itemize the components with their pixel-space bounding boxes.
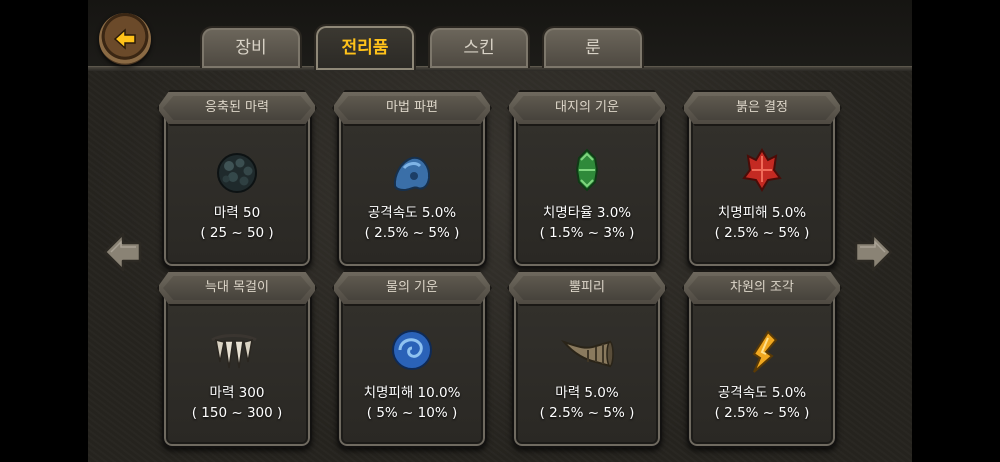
tab-rune[interactable]: 룬 — [542, 26, 644, 68]
blue-fragment-icon — [393, 156, 431, 192]
wolf-fang-necklace-icon — [211, 334, 257, 369]
stat-range: ( 1.5% ~ 3% ) — [539, 225, 635, 241]
stat-range: ( 2.5% ~ 5% ) — [539, 405, 635, 421]
tab-loot[interactable]: 전리품 — [314, 24, 416, 70]
previous-page-arrow-icon[interactable] — [103, 230, 143, 274]
gold-shard-icon — [752, 330, 778, 373]
stat-value: 마력 50 — [213, 205, 261, 221]
back-button[interactable] — [99, 13, 151, 65]
stat-range: ( 2.5% ~ 5% ) — [714, 225, 810, 241]
loot-card-title: 늑대 목걸이 — [157, 270, 317, 306]
loot-card-title: 붉은 결정 — [682, 90, 842, 126]
loot-card-title: 차원의 조각 — [682, 270, 842, 306]
loot-card-title: 마법 파편 — [332, 90, 492, 126]
back-arrow-icon — [113, 28, 136, 50]
stat-range: ( 2.5% ~ 5% ) — [364, 225, 460, 241]
tab-equipment[interactable]: 장비 — [200, 26, 302, 68]
green-crystal-icon — [575, 148, 599, 192]
dark-orb-icon — [217, 153, 257, 193]
tab-skin[interactable]: 스킨 — [428, 26, 530, 68]
stat-range: ( 150 ~ 300 ) — [191, 405, 283, 421]
horn-icon — [560, 339, 614, 368]
stat-value: 마력 300 — [209, 385, 265, 401]
red-crystal-icon — [742, 148, 782, 192]
stat-range: ( 5% ~ 10% ) — [366, 405, 458, 421]
stat-value: 치명피해 10.0% — [363, 385, 461, 401]
stat-range: ( 25 ~ 50 ) — [200, 225, 274, 241]
loot-card-title: 대지의 기운 — [507, 90, 667, 126]
stat-range: ( 2.5% ~ 5% ) — [714, 405, 810, 421]
next-page-arrow-icon[interactable] — [853, 230, 893, 274]
stat-value: 공격속도 5.0% — [367, 205, 457, 221]
stat-value: 마력 5.0% — [555, 385, 619, 401]
stat-value: 치명피해 5.0% — [717, 205, 807, 221]
loot-card-title: 물의 기운 — [332, 270, 492, 306]
stat-value: 치명타율 3.0% — [542, 205, 632, 221]
loot-card-title: 응축된 마력 — [157, 90, 317, 126]
stat-value: 공격속도 5.0% — [717, 385, 807, 401]
water-orb-icon — [392, 330, 432, 370]
loot-card-title: 뿔피리 — [507, 270, 667, 306]
